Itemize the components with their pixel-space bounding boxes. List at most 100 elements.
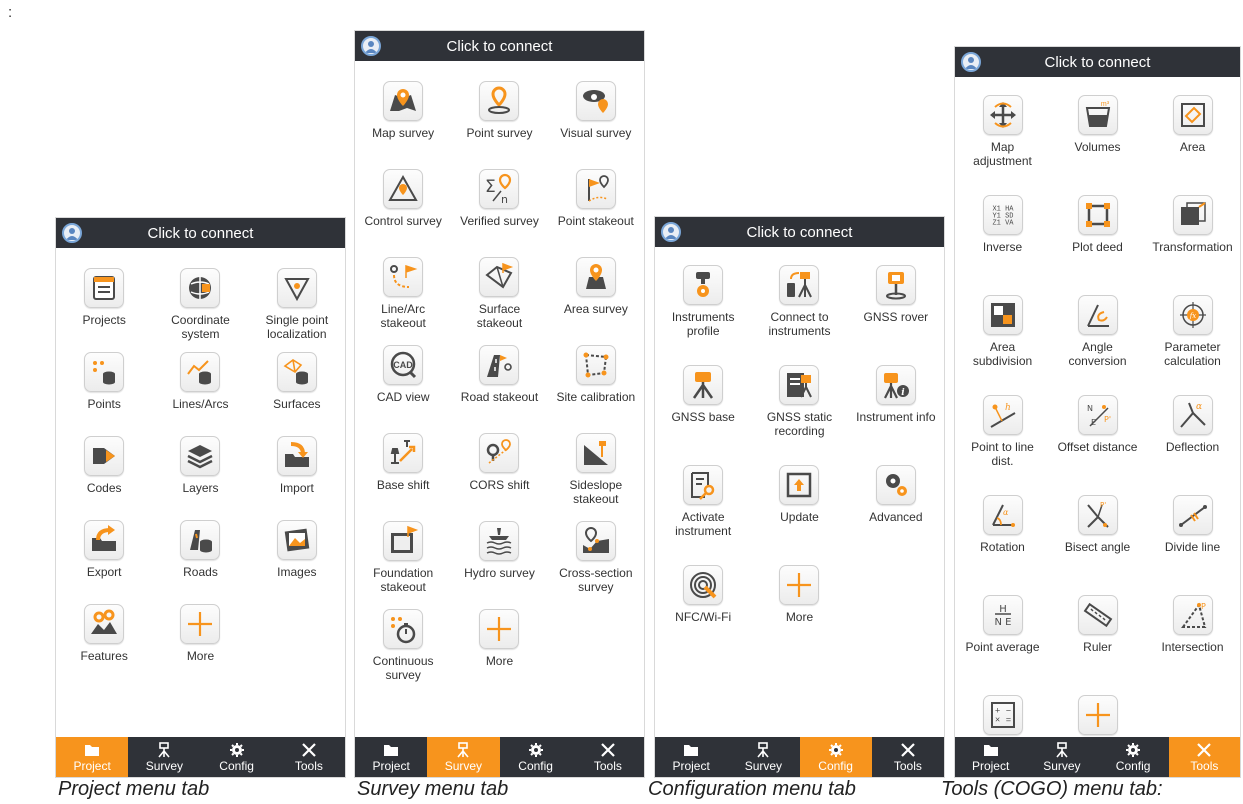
menu-item-divide-line[interactable]: Divide line	[1145, 495, 1240, 595]
menu-item-control-survey[interactable]: Control survey	[355, 169, 451, 257]
plus-icon[interactable]	[779, 565, 820, 605]
avatar-icon[interactable]	[961, 52, 981, 72]
plot-deed-icon[interactable]	[1077, 195, 1118, 235]
area-subdivision-icon[interactable]	[982, 295, 1023, 335]
menu-item-rotation[interactable]: α Rotation	[955, 495, 1050, 595]
menu-item-instruments-profile[interactable]: Instruments profile	[655, 265, 751, 365]
static-recording-icon[interactable]	[779, 365, 820, 405]
parameter-icon[interactable]: fx	[1172, 295, 1213, 335]
menu-item-plot-deed[interactable]: Plot deed	[1050, 195, 1145, 295]
connect-title[interactable]: Click to connect	[1045, 54, 1151, 71]
ruler-icon[interactable]	[1077, 595, 1118, 635]
menu-item-continuous-survey[interactable]: Continuous survey	[355, 609, 451, 697]
menu-item-deflection[interactable]: α Deflection	[1145, 395, 1240, 495]
instrument-info-icon[interactable]: i	[875, 365, 916, 405]
angle-conversion-icon[interactable]	[1077, 295, 1118, 335]
avatar-icon[interactable]	[361, 36, 381, 56]
avatar-icon[interactable]	[661, 222, 681, 242]
activate-icon[interactable]	[683, 465, 724, 505]
menu-item-points[interactable]: Points	[56, 352, 152, 436]
globe-icon[interactable]	[180, 268, 221, 308]
menu-item-offset-distance[interactable]: NEP' Offset distance	[1050, 395, 1145, 495]
tab-project[interactable]: Project	[355, 737, 427, 777]
site-calibration-icon[interactable]	[575, 345, 616, 385]
menu-item-volumes[interactable]: m³ Volumes	[1050, 95, 1145, 195]
tab-tools[interactable]: Tools	[872, 737, 944, 777]
menu-item-instrument-info[interactable]: i Instrument info	[848, 365, 944, 465]
points-db-icon[interactable]	[84, 352, 125, 392]
menu-item-more[interactable]: More	[152, 604, 248, 688]
connect-title[interactable]: Click to connect	[447, 38, 553, 55]
menu-item-line-arc-stakeout[interactable]: Line/Arc stakeout	[355, 257, 451, 345]
menu-item-inverse[interactable]: X1 HA Y1 SD Z1 VA Inverse	[955, 195, 1050, 295]
menu-item-activate-instrument[interactable]: Activate instrument	[655, 465, 751, 565]
nfc-icon[interactable]	[683, 565, 724, 605]
menu-item-import[interactable]: Import	[249, 436, 345, 520]
menu-item-parameter-calculation[interactable]: fx Parameter calculation	[1145, 295, 1240, 395]
tab-project[interactable]: Project	[955, 737, 1026, 777]
menu-item-connect-to-instruments[interactable]: Connect to instruments	[751, 265, 847, 365]
menu-item-cors-shift[interactable]: CORS shift	[451, 433, 547, 521]
menu-item-bisect-angle[interactable]: P' Bisect angle	[1050, 495, 1145, 595]
menu-item-more[interactable]: More	[451, 609, 547, 697]
cross-section-icon[interactable]	[575, 521, 616, 561]
plus-icon[interactable]	[180, 604, 221, 644]
point-average-icon[interactable]: HN E	[982, 595, 1023, 635]
menu-item-roads[interactable]: Roads	[152, 520, 248, 604]
menu-item-lines-arcs[interactable]: Lines/Arcs	[152, 352, 248, 436]
area-icon[interactable]	[1172, 95, 1213, 135]
plus-icon[interactable]	[479, 609, 520, 649]
menu-item-export[interactable]: Export	[56, 520, 152, 604]
menu-item-area-survey[interactable]: Area survey	[548, 257, 644, 345]
triangle-pin-icon[interactable]	[383, 169, 424, 209]
menu-item-road-stakeout[interactable]: Road stakeout	[451, 345, 547, 433]
gnss-base-icon[interactable]	[683, 365, 724, 405]
menu-item-area-subdivision[interactable]: Area subdivision	[955, 295, 1050, 395]
menu-item-ruler[interactable]: Ruler	[1050, 595, 1145, 695]
menu-item-cross-section-survey[interactable]: Cross-section survey	[548, 521, 644, 609]
menu-item-hydro-survey[interactable]: Hydro survey	[451, 521, 547, 609]
menu-item-map-adjustment[interactable]: Map adjustment	[955, 95, 1050, 195]
menu-item-visual-survey[interactable]: Visual survey	[548, 81, 644, 169]
menu-item-site-calibration[interactable]: Site calibration	[548, 345, 644, 433]
roads-db-icon[interactable]	[180, 520, 221, 560]
tab-config[interactable]: Config	[1098, 737, 1169, 777]
menu-item-surface-stakeout[interactable]: Surface stakeout	[451, 257, 547, 345]
tab-tools[interactable]: Tools	[273, 737, 345, 777]
menu-item-area[interactable]: Area	[1145, 95, 1240, 195]
intersection-icon[interactable]: P	[1172, 595, 1213, 635]
instrument-profile-icon[interactable]	[683, 265, 724, 305]
layers-icon[interactable]	[180, 436, 221, 476]
road-stakeout-icon[interactable]	[479, 345, 520, 385]
menu-item-angle-conversion[interactable]: Angle conversion	[1050, 295, 1145, 395]
avatar-icon[interactable]	[62, 223, 82, 243]
foundation-icon[interactable]	[383, 521, 424, 561]
menu-item-more[interactable]: More	[751, 565, 847, 665]
import-icon[interactable]	[276, 436, 317, 476]
menu-item-gnss-base[interactable]: GNSS base	[655, 365, 751, 465]
menu-item-cad-view[interactable]: CAD CAD view	[355, 345, 451, 433]
menu-item-point-survey[interactable]: Point survey	[451, 81, 547, 169]
menu-item-point-average[interactable]: HN E Point average	[955, 595, 1050, 695]
connect-bar[interactable]: Click to connect	[655, 217, 944, 247]
tab-tools[interactable]: Tools	[1168, 737, 1240, 777]
deflection-icon[interactable]: α	[1172, 395, 1213, 435]
tab-config[interactable]: Config	[500, 737, 572, 777]
localization-icon[interactable]	[276, 268, 317, 308]
menu-item-nfc-wi-fi[interactable]: NFC/Wi-Fi	[655, 565, 751, 665]
stopwatch-icon[interactable]	[383, 609, 424, 649]
connect-title[interactable]: Click to connect	[747, 224, 853, 241]
connect-bar[interactable]: Click to connect	[955, 47, 1240, 77]
menu-item-point-stakeout[interactable]: Point stakeout	[548, 169, 644, 257]
connect-instrument-icon[interactable]	[779, 265, 820, 305]
tab-survey[interactable]: Survey	[727, 737, 799, 777]
map-pin-icon[interactable]	[383, 81, 424, 121]
area-survey-icon[interactable]	[575, 257, 616, 297]
menu-item-advanced[interactable]: Advanced	[848, 465, 944, 565]
menu-item-features[interactable]: Features	[56, 604, 152, 688]
bisect-icon[interactable]: P'	[1077, 495, 1118, 535]
projects-icon[interactable]	[84, 268, 125, 308]
menu-item-map-survey[interactable]: Map survey	[355, 81, 451, 169]
menu-item-gnss-rover[interactable]: GNSS rover	[848, 265, 944, 365]
lines-db-icon[interactable]	[180, 352, 221, 392]
